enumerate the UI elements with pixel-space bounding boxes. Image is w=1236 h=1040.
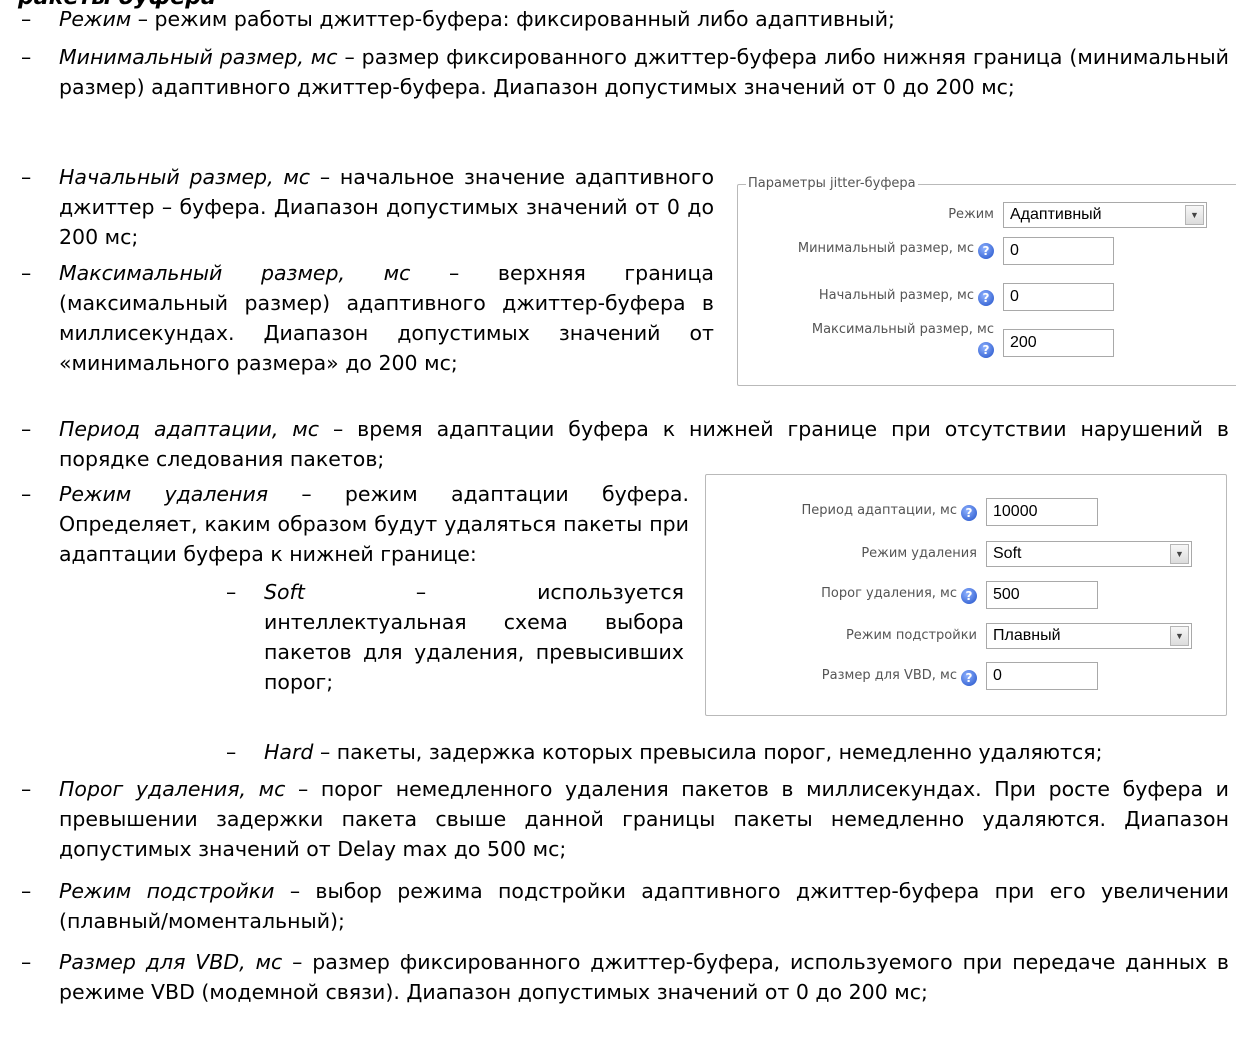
item-text: – используется интеллектуальная схема вы… — [264, 580, 684, 694]
threshold-input[interactable]: 500 — [986, 581, 1098, 609]
item-term: Размер для VBD, мс — [59, 950, 283, 974]
dash-bullet: – — [21, 165, 32, 189]
dash-bullet: – — [21, 45, 32, 69]
start-size-label-text: Начальный размер, мс — [818, 288, 974, 303]
dash-bullet: – — [21, 7, 32, 31]
item-text: – режим работы джиттер-буфера: фиксирова… — [131, 7, 895, 31]
delete-mode-label: Режим удаления — [861, 546, 977, 561]
item-term: Максимальный размер, мс — [59, 261, 411, 285]
start-size-input[interactable]: 0 — [1003, 283, 1114, 311]
dash-bullet: – — [226, 580, 237, 604]
item-term: Начальный размер, мс — [59, 165, 311, 189]
list-item: – Размер для VBD, мс – размер фиксирован… — [21, 947, 1229, 1007]
chevron-down-icon[interactable]: ▼ — [1170, 626, 1189, 646]
min-size-label: Минимальный размер, мс? — [738, 241, 994, 259]
tune-mode-row: Режим подстройки Плавный ▼ — [706, 623, 1226, 655]
min-size-row: Минимальный размер, мс? 0 — [738, 237, 1236, 269]
help-question-icon[interactable]: ? — [961, 670, 977, 686]
max-size-row: Максимальный размер, мс ? 200 — [738, 321, 1236, 365]
item-term: Soft — [264, 580, 305, 604]
dash-bullet: – — [21, 261, 32, 285]
min-size-label-text: Минимальный размер, мс — [797, 241, 974, 256]
list-item: – Минимальный размер, мс – размер фиксир… — [21, 42, 1229, 102]
adaptation-panel: Период адаптации, мс? 10000 Режим удален… — [705, 474, 1227, 716]
start-size-row: Начальный размер, мс? 0 — [738, 283, 1236, 315]
chevron-down-icon[interactable]: ▼ — [1170, 544, 1189, 564]
period-label: Период адаптации, мс? — [706, 503, 977, 521]
vbd-label-text: Размер для VBD, мс — [821, 668, 957, 683]
item-term: Период адаптации, мс — [59, 417, 320, 441]
list-item: – Максимальный размер, мс – верхняя гран… — [21, 258, 714, 378]
max-size-label-text: Максимальный размер, мс — [811, 322, 994, 337]
help-question-icon[interactable]: ? — [978, 290, 994, 306]
delete-mode-select[interactable]: Soft ▼ — [986, 541, 1192, 567]
item-term: Порог удаления, мс — [59, 777, 286, 801]
dash-bullet: – — [21, 417, 32, 441]
start-size-label: Начальный размер, мс? — [738, 288, 994, 306]
dash-bullet: – — [226, 740, 237, 764]
help-question-icon[interactable]: ? — [978, 342, 994, 358]
threshold-row: Порог удаления, мс? 500 — [706, 581, 1226, 613]
vbd-row: Размер для VBD, мс? 0 — [706, 662, 1226, 694]
help-question-icon[interactable]: ? — [961, 505, 977, 521]
period-label-text: Период адаптации, мс — [801, 503, 957, 518]
item-text: – пакеты, задержка которых превысила пор… — [313, 740, 1103, 764]
delete-mode-value: Soft — [993, 545, 1022, 562]
item-term: Минимальный размер, мс — [59, 45, 338, 69]
delete-mode-row: Режим удаления Soft ▼ — [706, 541, 1226, 573]
help-question-icon[interactable]: ? — [978, 243, 994, 259]
mode-label: Режим — [948, 207, 994, 222]
list-item: – Режим подстройки – выбор режима подстр… — [21, 876, 1229, 936]
max-size-input[interactable]: 200 — [1003, 329, 1114, 357]
threshold-label-text: Порог удаления, мс — [821, 586, 957, 601]
threshold-label: Порог удаления, мс? — [706, 586, 977, 604]
item-term: Режим подстройки — [59, 879, 275, 903]
tune-mode-select[interactable]: Плавный ▼ — [986, 623, 1192, 649]
period-row: Период адаптации, мс? 10000 — [706, 498, 1226, 530]
dash-bullet: – — [21, 482, 32, 506]
chevron-down-icon[interactable]: ▼ — [1185, 205, 1204, 225]
max-size-label: Максимальный размер, мс ? — [738, 321, 994, 358]
item-term: Hard — [264, 740, 314, 764]
jitter-buffer-panel: Параметры jitter-буфера Режим Адаптивный… — [737, 176, 1236, 386]
tune-mode-label: Режим подстройки — [845, 628, 977, 643]
mode-select[interactable]: Адаптивный ▼ — [1003, 202, 1207, 228]
period-input[interactable]: 10000 — [986, 498, 1098, 526]
list-item: – Режим удаления – режим адаптации буфер… — [21, 479, 689, 569]
list-item: – Период адаптации, мс – время адаптации… — [21, 414, 1229, 474]
list-item: – Начальный размер, мс – начальное значе… — [21, 162, 714, 252]
list-item: – Режим – режим работы джиттер-буфера: ф… — [21, 4, 1229, 34]
help-question-icon[interactable]: ? — [961, 588, 977, 604]
vbd-label: Размер для VBD, мс? — [706, 668, 977, 686]
item-term: Режим удаления — [59, 482, 269, 506]
sub-list-item: – Hard – пакеты, задержка которых превыс… — [226, 737, 1234, 767]
dash-bullet: – — [21, 777, 32, 801]
min-size-input[interactable]: 0 — [1003, 237, 1114, 265]
list-item: – Порог удаления, мс – порог немедленног… — [21, 774, 1229, 864]
panel-legend: Параметры jitter-буфера — [746, 176, 918, 191]
item-term: Режим — [59, 7, 132, 31]
mode-row: Режим Адаптивный ▼ — [738, 201, 1236, 233]
tune-mode-value: Плавный — [993, 627, 1061, 644]
sub-list-item: – Soft – используется интеллектуальная с… — [226, 577, 684, 697]
dash-bullet: – — [21, 879, 32, 903]
dash-bullet: – — [21, 950, 32, 974]
mode-value: Адаптивный — [1010, 206, 1102, 223]
vbd-input[interactable]: 0 — [986, 662, 1098, 690]
